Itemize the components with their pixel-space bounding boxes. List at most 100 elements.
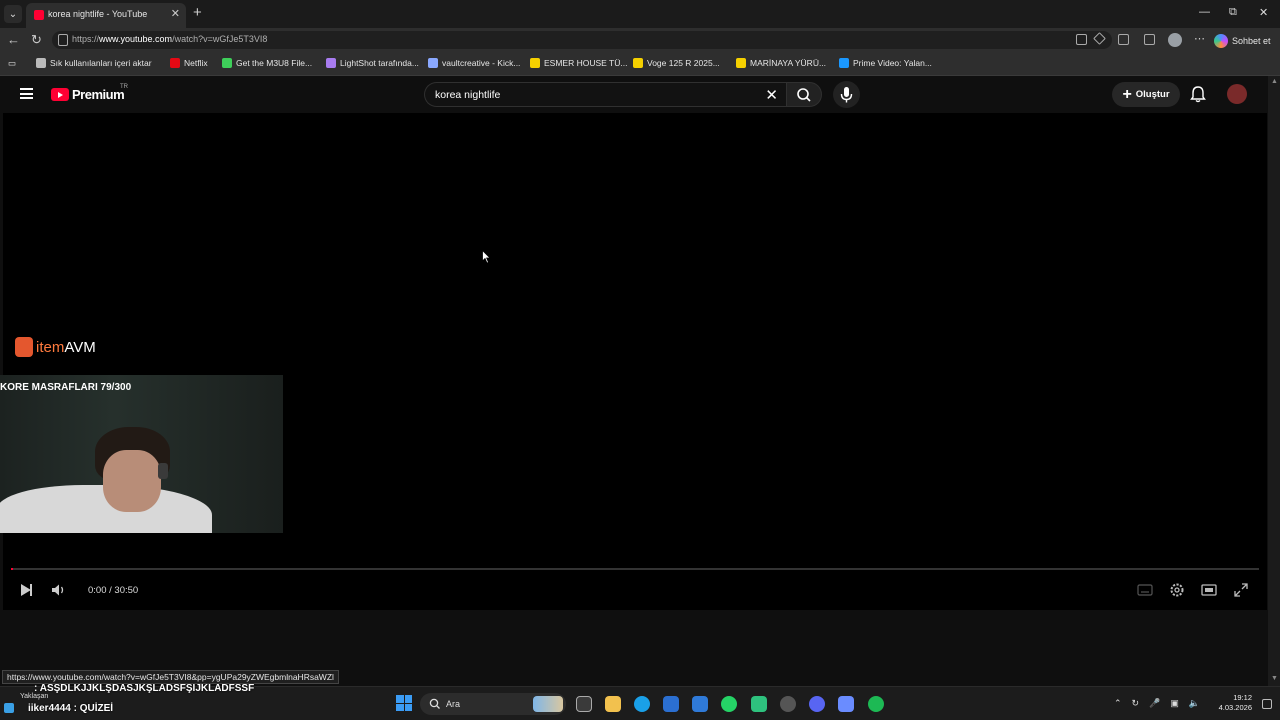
more-options-icon[interactable]: ⋯ (1194, 32, 1205, 45)
bookmarks-bar: Sık kullanılanları içeri aktar Netflix Get… (0, 52, 1280, 76)
windows-start-icon[interactable] (396, 695, 412, 711)
progress-bar-fill (11, 568, 13, 570)
bookmark-item[interactable]: vaultcreative - Kick... (428, 58, 520, 68)
vault-icon (428, 58, 438, 68)
search-icon (797, 88, 811, 102)
chat-badge-label: Yaklaşan (20, 693, 49, 700)
time-display: 0:00 / 30:50 (88, 585, 139, 596)
app-circle-icon[interactable] (780, 696, 796, 712)
bookmark-item[interactable]: Prime Video: Yalan... (839, 58, 932, 68)
s-icon (736, 58, 746, 68)
microphone-icon[interactable]: 🎤 (1149, 698, 1160, 709)
outlook-icon[interactable] (692, 696, 708, 712)
search-highlight-icon (533, 696, 563, 712)
taskbar-search-label: Ara (446, 699, 461, 709)
settings-gear-icon[interactable] (1169, 582, 1185, 598)
address-toolbar: ← ↻ https://www.youtube.com/watch?v=wGfJ… (0, 28, 1280, 52)
clear-search-icon[interactable]: ✕ (765, 86, 778, 104)
new-tab-plus-icon[interactable]: + (193, 4, 202, 21)
bookmark-item[interactable]: MARİNAYA YÜRÜ... (736, 58, 826, 68)
notifications-bell-icon[interactable] (1188, 84, 1208, 104)
theater-mode-icon[interactable] (1201, 582, 1217, 598)
bookmark-label: vaultcreative - Kick... (442, 58, 521, 68)
browser-profile-avatar[interactable] (1168, 33, 1182, 47)
copilot-icon (1214, 33, 1228, 48)
widgets-icon[interactable] (4, 703, 14, 713)
sponsor-prefix: item (36, 338, 65, 356)
voice-search-button[interactable] (833, 81, 860, 108)
tab-actions-chevron-icon[interactable]: ⌄ (4, 5, 22, 23)
reload-icon[interactable]: ↻ (31, 32, 42, 48)
site-info-icon[interactable] (58, 34, 68, 46)
account-avatar[interactable] (1227, 84, 1247, 104)
create-label: Oluştur (1135, 89, 1170, 100)
webcam-person-face (103, 450, 161, 512)
scroll-down-arrow-icon[interactable]: ▼ (1271, 675, 1278, 682)
tab-active[interactable]: korea nightlife - YouTube ✕ (26, 3, 186, 28)
youtube-premium-logo[interactable]: Premium (51, 87, 125, 102)
search-icon (429, 698, 440, 709)
fullscreen-icon[interactable] (1233, 582, 1249, 598)
tab-close-icon[interactable]: ✕ (171, 7, 180, 20)
microsoft-store-icon[interactable] (663, 696, 679, 712)
bookmark-label: Netflix (184, 58, 208, 68)
volume-icon (52, 584, 64, 596)
taskbar-clock[interactable]: 19:12 4.03.2026 (1216, 693, 1252, 713)
subtitles-icon[interactable] (1137, 582, 1153, 598)
speaker-icon[interactable]: 🔈 (1189, 698, 1200, 709)
chevron-up-icon[interactable]: ⌃ (1114, 698, 1122, 709)
streamer-webcam-overlay (0, 375, 283, 533)
sync-icon[interactable]: ↻ (1132, 698, 1140, 709)
create-button[interactable]: + Oluştur (1112, 82, 1180, 107)
app-available-icon[interactable] (1076, 34, 1087, 45)
m3u8-icon (222, 58, 232, 68)
back-arrow-icon[interactable]: ← (7, 32, 20, 47)
stream-chat-message: iiker4444 : QUİZEİ (28, 703, 114, 714)
bookmark-item[interactable]: LightShot tarafında... (326, 58, 419, 68)
discord-icon[interactable] (809, 696, 825, 712)
restore-icon[interactable]: ⧉ (1229, 6, 1237, 19)
lightshot-icon (326, 58, 336, 68)
network-icon[interactable]: ▣ (1170, 698, 1179, 709)
search-input[interactable] (435, 88, 755, 102)
bookmark-item[interactable]: Netflix (170, 58, 208, 68)
page-scrollbar[interactable] (1268, 76, 1280, 686)
region-code: TR (120, 84, 128, 90)
spotify-icon[interactable] (868, 696, 884, 712)
bookmark-label: ESMER HOUSE TÜ... (544, 58, 628, 68)
close-window-icon[interactable]: ✕ (1259, 6, 1268, 19)
task-view-icon[interactable] (576, 696, 592, 712)
youtube-play-logo-icon (51, 88, 69, 101)
app-green-icon[interactable] (751, 696, 767, 712)
extensions-icon[interactable] (1118, 34, 1129, 45)
bookmark-item[interactable]: ESMER HOUSE TÜ... (530, 58, 627, 68)
netflix-icon (170, 58, 180, 68)
search-button[interactable] (786, 82, 822, 107)
copilot-button[interactable]: Sohbet et (1214, 32, 1271, 49)
scroll-up-arrow-icon[interactable]: ▲ (1271, 78, 1278, 85)
bookmark-item[interactable]: Sık kullanılanları içeri aktar (36, 58, 152, 68)
bookmark-label: Sık kullanılanları içeri aktar (50, 58, 152, 68)
whatsapp-icon[interactable] (721, 696, 737, 712)
mouse-cursor-icon (482, 250, 491, 264)
collections-icon[interactable]: ▭ (8, 58, 16, 69)
video-player[interactable]: itemAVM KORE MASRAFLARI 79/300 0:00 / 30… (0, 113, 1267, 610)
favorites-icon[interactable] (1144, 34, 1155, 45)
play-button[interactable] (19, 583, 33, 597)
copilot-label: Sohbet et (1232, 35, 1271, 46)
minimize-icon[interactable]: — (1199, 6, 1210, 18)
app-blue-icon[interactable] (838, 696, 854, 712)
edge-browser-icon[interactable] (634, 696, 650, 712)
favorite-star-icon[interactable] (1093, 32, 1106, 45)
clock-time: 19:12 (1233, 693, 1252, 702)
notification-center-icon[interactable] (1262, 699, 1272, 709)
bookmark-item[interactable]: Voge 125 R 2025... (633, 58, 720, 68)
bookmark-item[interactable]: Get the M3U8 File... (222, 58, 312, 68)
progress-bar[interactable] (11, 568, 1259, 570)
prime-video-icon (839, 58, 849, 68)
guide-menu-icon[interactable] (20, 88, 33, 99)
stream-overlay-caption: KORE MASRAFLARI 79/300 (0, 382, 132, 393)
url-field[interactable]: https://www.youtube.com/watch?v=wGfJe5T3… (52, 31, 1112, 49)
mute-button[interactable] (51, 583, 67, 597)
file-explorer-icon[interactable] (605, 696, 621, 712)
